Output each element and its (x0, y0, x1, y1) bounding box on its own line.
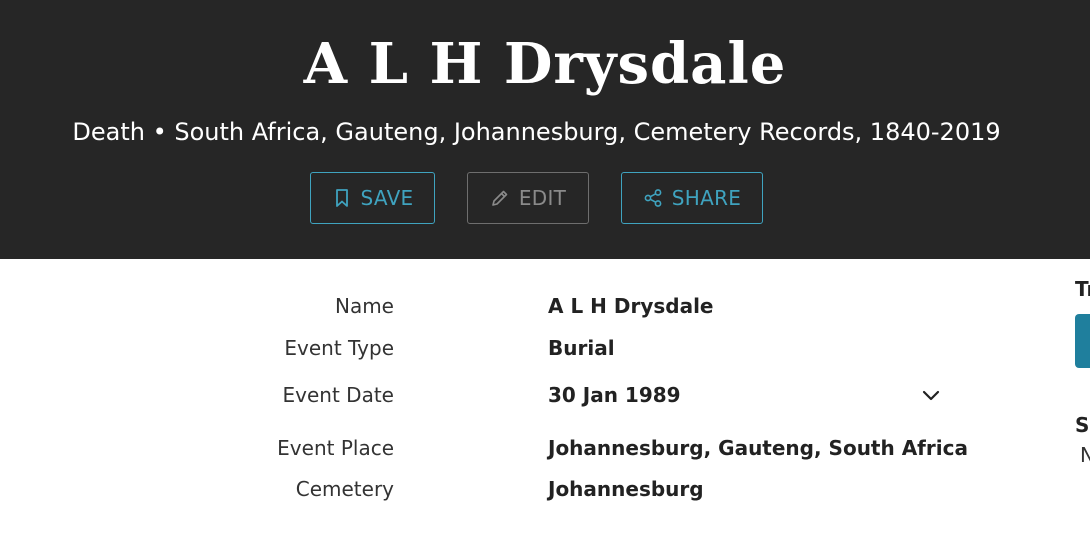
detail-value: A L H Drysdale (548, 294, 714, 318)
detail-row-cemetery: Cemetery Johannesburg (0, 474, 960, 504)
detail-label: Event Type (284, 336, 394, 360)
detail-row-event-date[interactable]: Event Date 30 Jan 1989 (0, 380, 960, 410)
edit-button[interactable]: EDIT (467, 172, 589, 224)
share-button-label: SHARE (671, 186, 742, 210)
detail-value: Johannesburg (548, 477, 704, 501)
detail-label: Event Date (282, 383, 394, 407)
sidebar-heading: Tr (1075, 277, 1090, 301)
save-button-label: SAVE (360, 186, 414, 210)
detail-value: Burial (548, 336, 615, 360)
detail-label: Event Place (277, 436, 394, 460)
detail-row-name: Name A L H Drysdale (0, 291, 960, 321)
save-button[interactable]: SAVE (310, 172, 435, 224)
pencil-icon (492, 190, 508, 206)
record-header: A L H Drysdale Death • South Africa, Gau… (0, 0, 1090, 259)
sidebar-text: N (1080, 443, 1090, 467)
sidebar-section-heading: Si (1075, 413, 1090, 437)
page-title: A L H Drysdale (303, 31, 787, 97)
detail-value: 30 Jan 1989 (548, 383, 681, 407)
bookmark-icon (335, 189, 348, 207)
record-collection-subtitle: Death • South Africa, Gauteng, Johannesb… (72, 118, 1001, 146)
detail-row-event-place: Event Place Johannesburg, Gauteng, South… (0, 433, 968, 463)
share-icon (644, 189, 662, 207)
chevron-down-icon[interactable] (920, 384, 942, 406)
share-button[interactable]: SHARE (621, 172, 763, 224)
detail-row-event-type: Event Type Burial (0, 333, 960, 363)
detail-value: Johannesburg, Gauteng, South Africa (548, 436, 968, 460)
detail-label: Name (334, 294, 394, 318)
detail-label: Cemetery (295, 477, 394, 501)
edit-button-label: EDIT (518, 186, 567, 210)
sidebar-action-button[interactable] (1075, 314, 1090, 368)
